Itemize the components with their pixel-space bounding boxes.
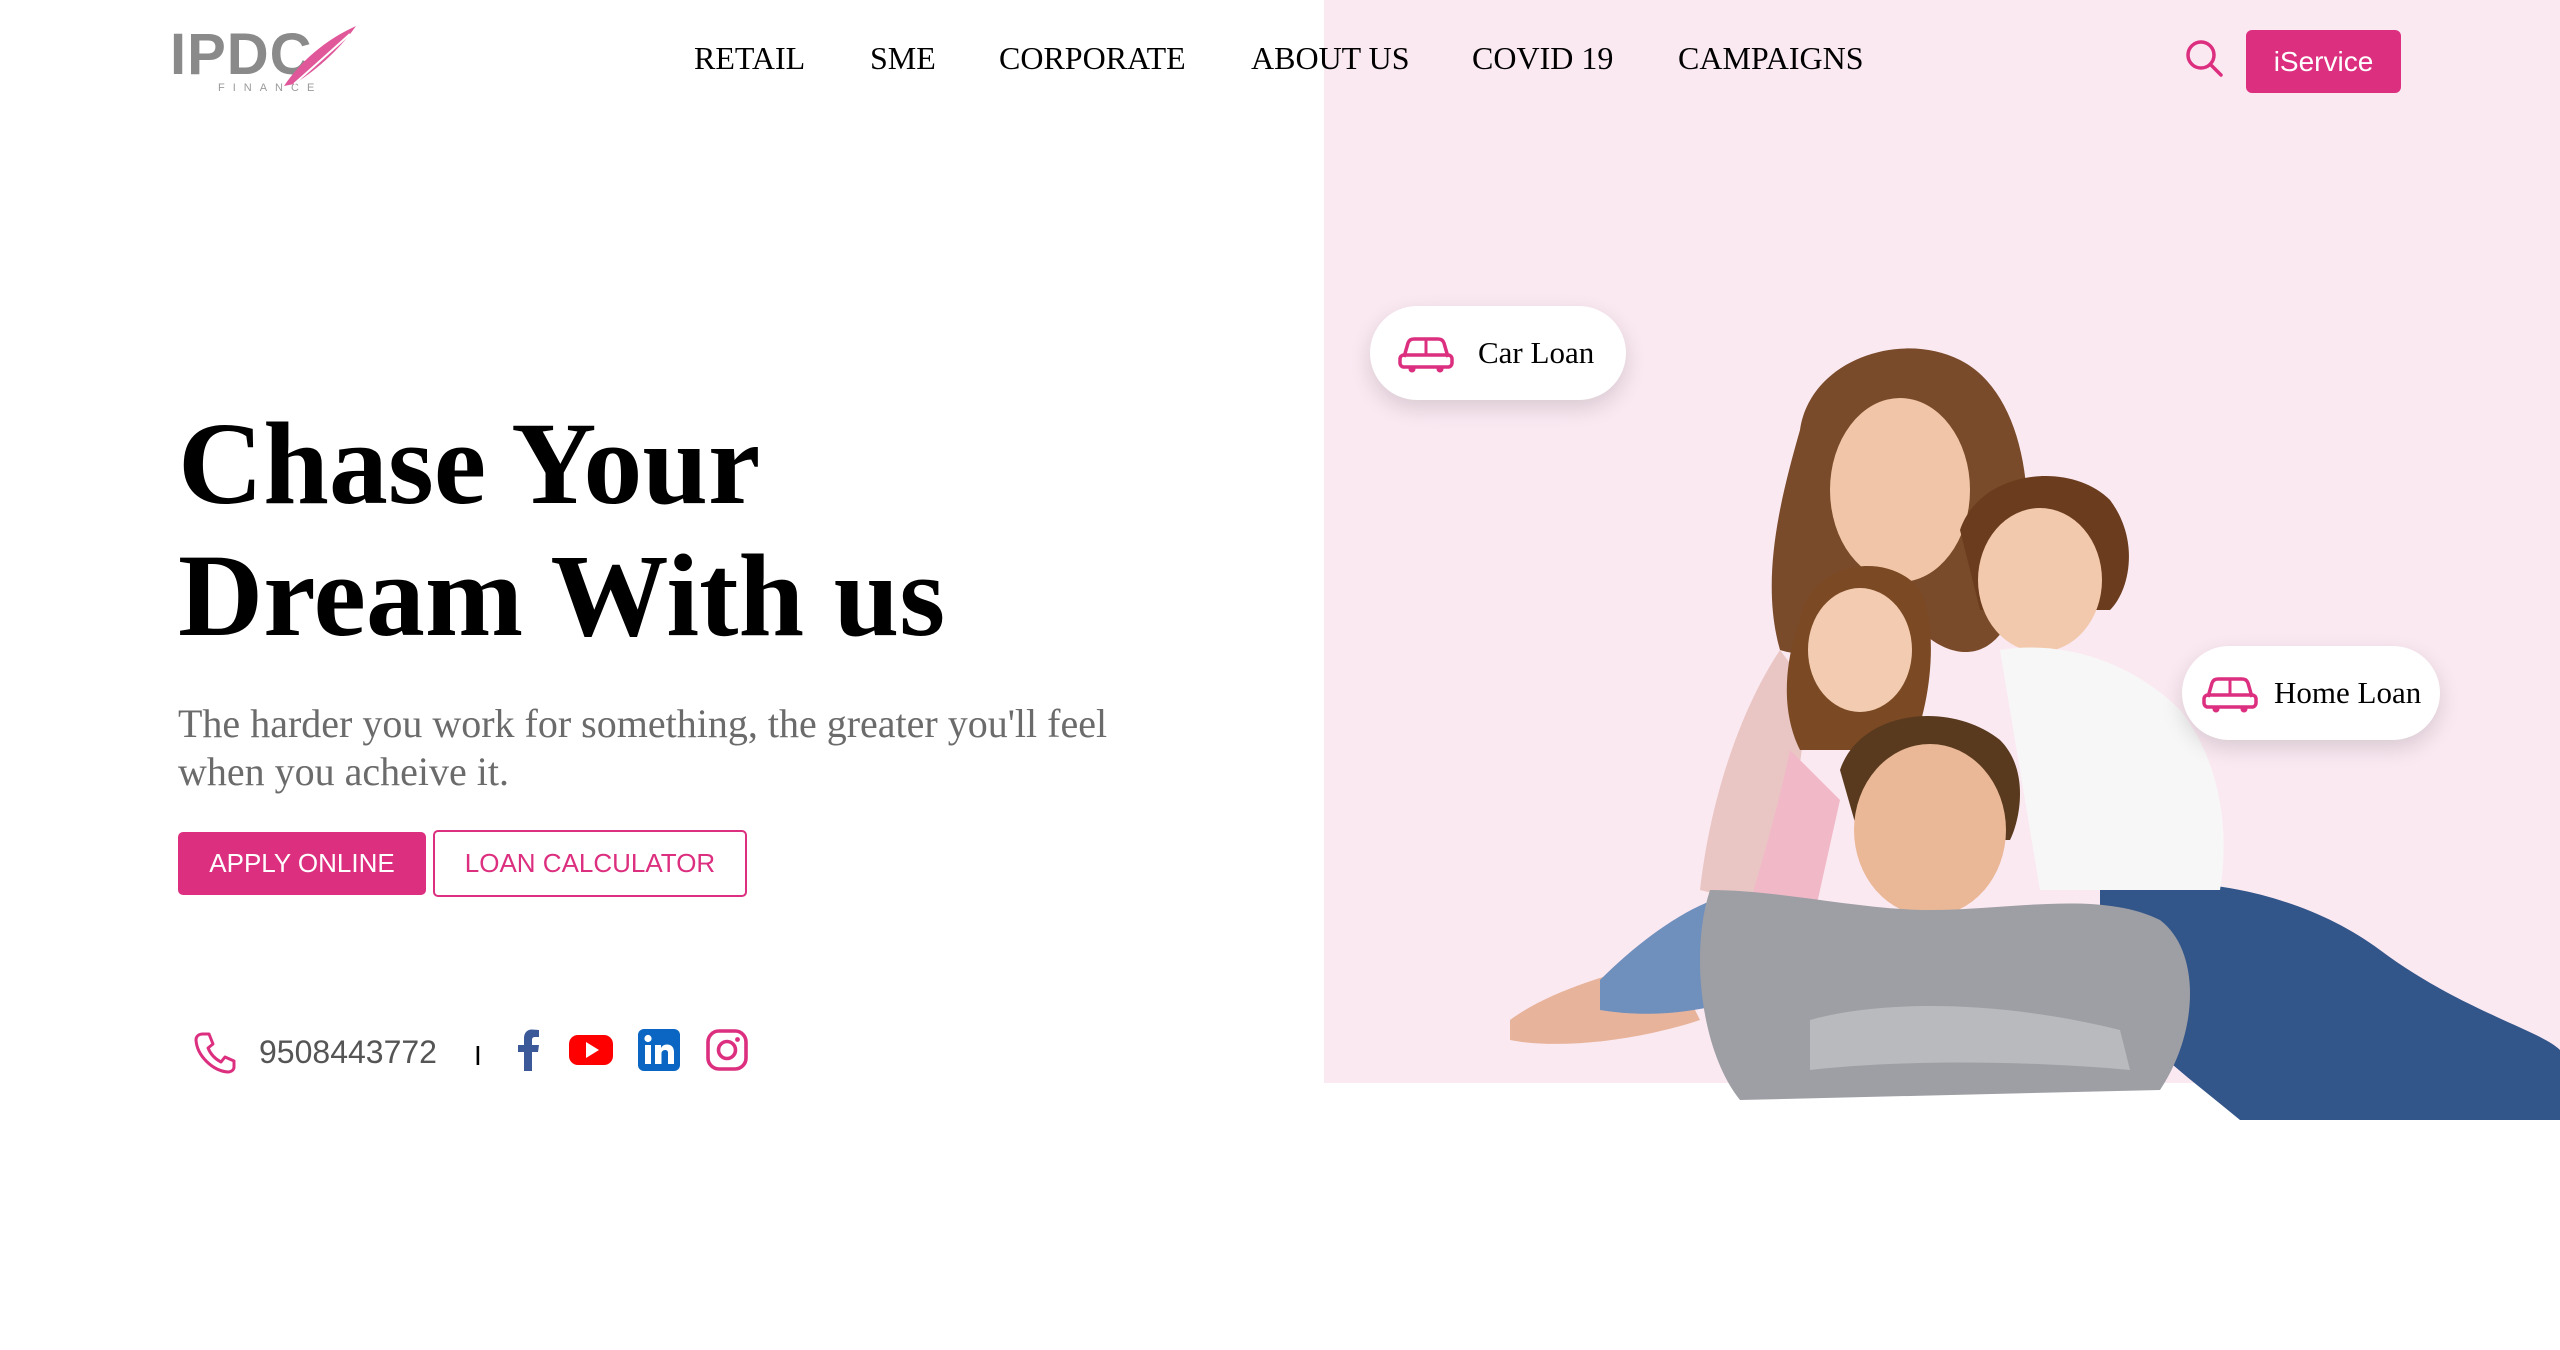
hero-title-line1: Chase Your (178, 398, 761, 529)
phone-icon[interactable] (193, 1030, 237, 1074)
youtube-icon[interactable] (568, 1027, 614, 1073)
hero-subtitle: The harder you work for something, the g… (178, 701, 1108, 794)
car-loan-pill[interactable]: Car Loan (1370, 306, 1626, 400)
nav-item-sme[interactable]: SME (870, 40, 936, 77)
logo-feather-icon (284, 26, 356, 86)
apply-online-button[interactable]: APPLY ONLINE (178, 832, 426, 895)
iservice-button[interactable]: iService (2246, 30, 2401, 93)
phone-number[interactable]: 9508443772 (259, 1034, 437, 1071)
car-icon (2202, 677, 2258, 713)
hero-title: Chase Your Dream With us (178, 398, 1178, 662)
car-loan-label: Car Loan (1478, 335, 1595, 370)
hero-title-line2: Dream With us (178, 530, 946, 661)
home-loan-label: Home Loan (2274, 675, 2422, 710)
home-loan-pill[interactable]: Home Loan (2182, 646, 2440, 740)
facebook-icon[interactable] (506, 1027, 552, 1073)
contact-divider: I (474, 1040, 482, 1071)
linkedin-icon[interactable] (636, 1027, 682, 1073)
loan-calculator-button[interactable]: LOAN CALCULATOR (433, 830, 747, 897)
nav-item-covid-19[interactable]: COVID 19 (1472, 40, 1613, 77)
car-icon (1398, 337, 1454, 373)
nav-item-campaigns[interactable]: CAMPAIGNS (1678, 40, 1864, 77)
ipdc-logo[interactable]: IPDC FINANCE (170, 26, 370, 96)
nav-item-corporate[interactable]: CORPORATE (999, 40, 1186, 77)
nav-item-retail[interactable]: RETAIL (694, 40, 805, 77)
instagram-icon[interactable] (704, 1027, 750, 1073)
search-icon[interactable] (2184, 38, 2224, 78)
nav-item-about-us[interactable]: ABOUT US (1251, 40, 1410, 77)
